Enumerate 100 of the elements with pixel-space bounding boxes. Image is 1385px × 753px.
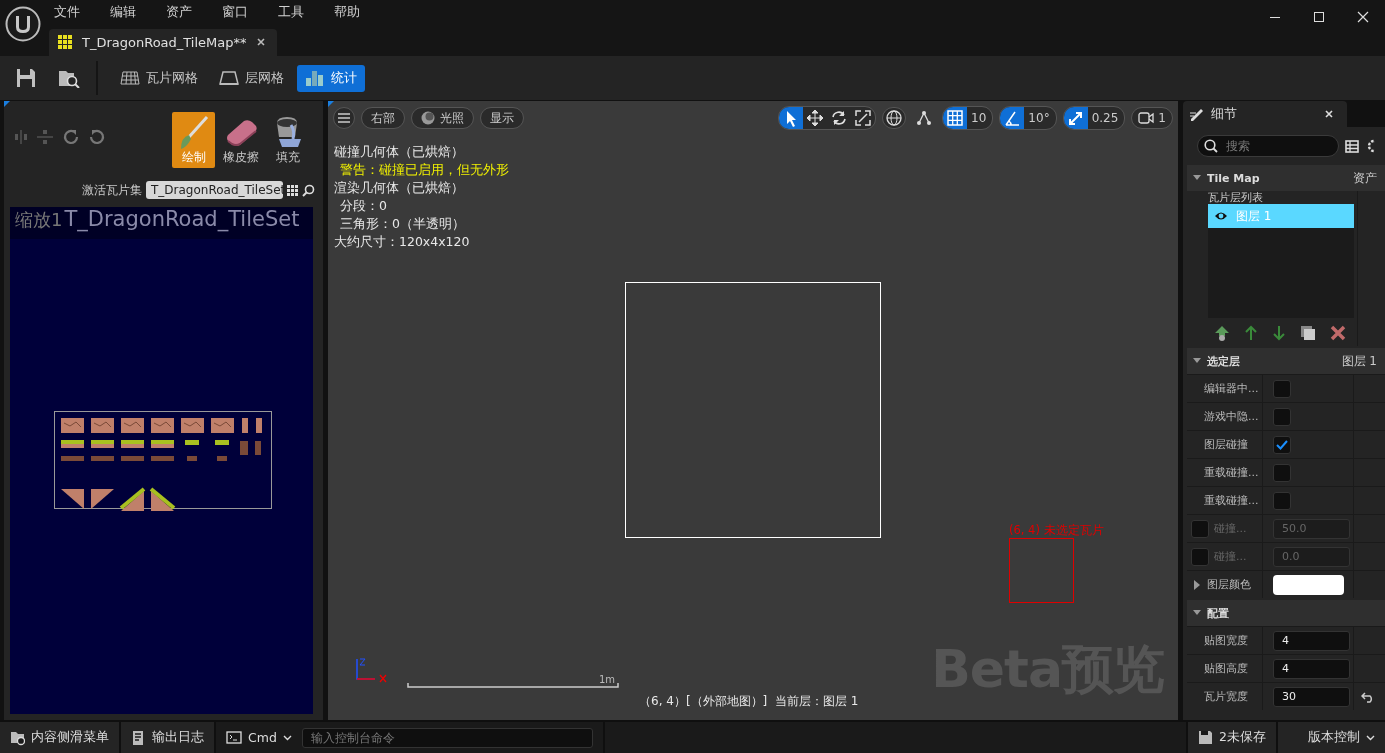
checkbox[interactable] — [1273, 435, 1291, 454]
checkbox[interactable] — [1273, 463, 1291, 482]
status-button[interactable]: 输出日志 — [121, 722, 216, 753]
search-field[interactable]: 搜索 — [1197, 135, 1339, 157]
delete-icon[interactable] — [1330, 325, 1346, 341]
status-button[interactable]: 内容侧滑菜单 — [0, 722, 121, 753]
menu-item[interactable]: 工具 — [273, 3, 317, 21]
grid-icon — [946, 109, 965, 127]
world-button[interactable] — [882, 107, 907, 129]
snap-toggle[interactable] — [1000, 107, 1025, 129]
tab-title: T_DragonRoad_TileMap** — [82, 34, 247, 50]
property-label: 碰撞... — [1214, 549, 1247, 564]
close-icon[interactable] — [256, 38, 265, 47]
stat-text: 分段：0 — [339, 197, 388, 215]
reset-icon[interactable] — [1360, 690, 1375, 703]
mode-button[interactable]: 层网格 — [211, 64, 292, 92]
snap-value[interactable]: 0.25 — [1087, 111, 1125, 125]
property-label: 重载碰撞... — [1204, 465, 1259, 480]
transform-tool-button[interactable] — [779, 107, 804, 129]
menu-item[interactable]: 编辑 — [105, 3, 149, 21]
checkbox[interactable] — [1273, 407, 1291, 426]
rotate-icon[interactable] — [62, 128, 80, 146]
layer-icon — [219, 69, 239, 87]
arrow-up-icon[interactable] — [1244, 325, 1258, 341]
snap-value[interactable]: 10 — [967, 111, 993, 125]
checkbox[interactable] — [1273, 379, 1291, 398]
camera-speed-button[interactable]: 1 — [1131, 107, 1173, 129]
property-label: 编辑器中... — [1204, 381, 1259, 396]
expand-arrow-icon[interactable] — [1193, 579, 1201, 590]
stat-text: 大约尺寸：120x4x120 — [334, 233, 471, 251]
snap-toggle[interactable] — [943, 107, 968, 129]
eye-icon[interactable] — [1214, 211, 1228, 221]
tileset-field[interactable]: T_DragonRoad_TileSet — [146, 181, 283, 199]
scale-label: 1m — [598, 674, 615, 685]
grid-icon[interactable] — [287, 184, 298, 196]
document-tab[interactable]: T_DragonRoad_TileMap** — [49, 28, 277, 56]
section-header[interactable]: 选定层 图层 1 — [1187, 348, 1385, 374]
checkbox[interactable] — [1273, 491, 1291, 510]
property-label: 重载碰撞... — [1204, 493, 1259, 508]
property-label: 贴图高度 — [1204, 661, 1248, 676]
layer-name: 图层 1 — [1236, 207, 1272, 225]
lighting-button[interactable]: 光照 — [411, 107, 474, 129]
number-field[interactable]: 4 — [1273, 630, 1350, 651]
number-field[interactable]: 30 — [1273, 686, 1350, 707]
checkbox[interactable] — [1191, 519, 1209, 538]
view-button[interactable]: 显示 — [480, 107, 524, 129]
console-input[interactable]: 输入控制台命令 — [301, 727, 593, 748]
search-icon[interactable] — [302, 183, 315, 197]
angle-icon — [1003, 109, 1022, 127]
snap-value[interactable]: 10° — [1024, 111, 1056, 125]
property-label: 瓦片宽度 — [1204, 689, 1248, 704]
close-icon[interactable] — [1325, 110, 1333, 118]
viewport-status: （6, 4）[（外部地图）] 当前层：图层 1 — [639, 693, 859, 710]
menu-item[interactable]: 资产 — [161, 3, 205, 21]
pencil-icon — [1189, 107, 1205, 121]
menu-button[interactable] — [333, 107, 355, 129]
menu-item[interactable]: 文件 — [49, 3, 93, 21]
rotate-icon[interactable] — [88, 128, 106, 146]
cursor-label: (6, 4) 未选定瓦片 — [1009, 523, 1104, 538]
unsaved-button[interactable]: 2未保存 — [1186, 722, 1276, 753]
mode-button[interactable]: 瓦片网格 — [112, 64, 206, 92]
color-swatch[interactable] — [1273, 574, 1344, 595]
tool-button[interactable]: 填充 — [266, 112, 309, 168]
view-button[interactable]: 右部 — [361, 107, 405, 129]
snap-toggle[interactable] — [1063, 107, 1088, 129]
field-label: 激活瓦片集 — [82, 181, 142, 199]
section-value: 图层 1 — [1341, 352, 1377, 370]
duplicate-icon[interactable] — [1300, 325, 1316, 341]
arrow-down-icon[interactable] — [1272, 325, 1286, 341]
browse-icon[interactable] — [58, 68, 80, 88]
number-field[interactable]: 4 — [1273, 658, 1350, 679]
warning-text: 警告：碰撞已启用，但无外形 — [339, 161, 510, 179]
section-header[interactable]: Tile Map 资产 — [1187, 165, 1385, 191]
property-label: 图层颜色 — [1207, 577, 1251, 592]
folder-icon — [10, 729, 25, 746]
menu-item[interactable]: 帮助 — [329, 3, 373, 21]
stat-text: 渲染几何体（已烘焙） — [334, 179, 465, 197]
panel-tab[interactable]: 细节 — [1183, 101, 1347, 127]
menu-item[interactable]: 窗口 — [217, 3, 261, 21]
bar-chart-icon — [305, 69, 325, 87]
menu-icon — [338, 113, 350, 123]
chevron-down-icon — [282, 734, 292, 741]
check-icon — [1276, 439, 1288, 450]
list-label: 瓦片层列表 — [1208, 191, 1264, 204]
table-icon[interactable] — [1345, 139, 1359, 153]
add-layer-icon[interactable] — [1214, 325, 1230, 341]
source-control-button[interactable]: 版本控制 — [1276, 722, 1385, 753]
save-icon[interactable] — [16, 68, 36, 88]
terminal-icon — [226, 731, 242, 744]
sphere-icon — [421, 111, 435, 125]
cmd-dropdown[interactable]: Cmd — [216, 722, 302, 753]
section-header[interactable]: 配置 — [1187, 600, 1385, 626]
globe-icon — [886, 110, 903, 126]
grid-icon — [120, 69, 140, 87]
mode-button[interactable]: 统计 — [297, 64, 365, 92]
tool-button[interactable]: 橡皮擦 — [219, 112, 262, 168]
search-icon — [1204, 139, 1218, 153]
checkbox[interactable] — [1191, 547, 1209, 566]
scale-icon — [1066, 109, 1085, 127]
stat-text: 三角形：0（半透明） — [339, 215, 466, 233]
